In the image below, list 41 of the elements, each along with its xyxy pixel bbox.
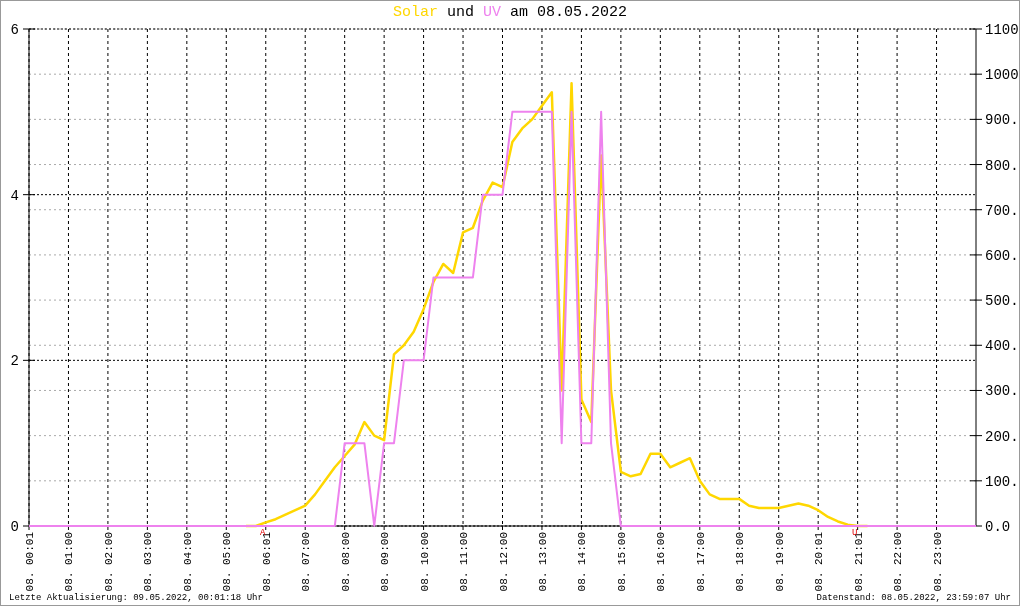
axis-label: 800. <box>985 157 1019 174</box>
axis-label: 08. 10:00 <box>418 532 431 592</box>
axis-label: 0.0 <box>985 519 1011 535</box>
axis-label: 4 <box>10 187 19 204</box>
chart-title: Solar und UV am 08.05.2022 <box>391 3 629 21</box>
axis-label: 08. 09:00 <box>379 532 392 592</box>
axis-label: 1000 <box>985 67 1019 84</box>
axis-label: 700. <box>985 202 1019 219</box>
axis-label: 08. 13:00 <box>536 532 549 592</box>
axis-label: 400. <box>985 338 1019 355</box>
axis-label: 200. <box>985 428 1019 445</box>
axis-label: 08. 08:00 <box>339 532 352 592</box>
axis-label: 08. 18:00 <box>734 532 747 592</box>
axis-label: 100. <box>985 473 1019 490</box>
data-timestamp-text: Datenstand: 08.05.2022, 23:59:07 Uhr <box>816 592 1011 604</box>
axis-label: 08. 19:00 <box>773 532 786 592</box>
axis-label: 08. 16:00 <box>655 532 668 592</box>
last-update-text: Letzte Aktualisierung: 09.05.2022, 00:01:18 Uhr <box>9 592 263 604</box>
axis-label: 08. 04:00 <box>181 532 194 592</box>
axis-label: 08. 23:00 <box>931 532 944 592</box>
axis-label: 08. 15:00 <box>615 532 628 592</box>
axis-label: 08. 07:00 <box>300 532 313 592</box>
axis-label: 08. 22:00 <box>892 532 905 592</box>
axis-label: 08. 12:00 <box>497 532 510 592</box>
axis-label: 1100 <box>985 22 1019 38</box>
axis-label: 600. <box>985 247 1019 264</box>
axis-label: 900. <box>985 112 1019 129</box>
axis-label: 08. 11:00 <box>458 532 471 592</box>
axis-label: 6 <box>10 22 19 38</box>
axis-label: 08. 02:00 <box>102 532 115 592</box>
axis-label: 500. <box>985 293 1019 310</box>
axis-label: 2 <box>10 353 19 370</box>
axis-label: 08. 20:01 <box>813 532 826 592</box>
axis-label: 08. 05:00 <box>221 532 234 592</box>
axis-label: 08. 17:00 <box>694 532 707 592</box>
axis-label: 08. 01:00 <box>63 532 76 592</box>
axis-label: 0 <box>10 519 19 535</box>
axis-label: 300. <box>985 383 1019 400</box>
axis-label: 08. 00:01 <box>24 532 36 592</box>
axis-label: 08. 14:00 <box>576 532 589 592</box>
axis-label: 08. 03:00 <box>142 532 155 592</box>
